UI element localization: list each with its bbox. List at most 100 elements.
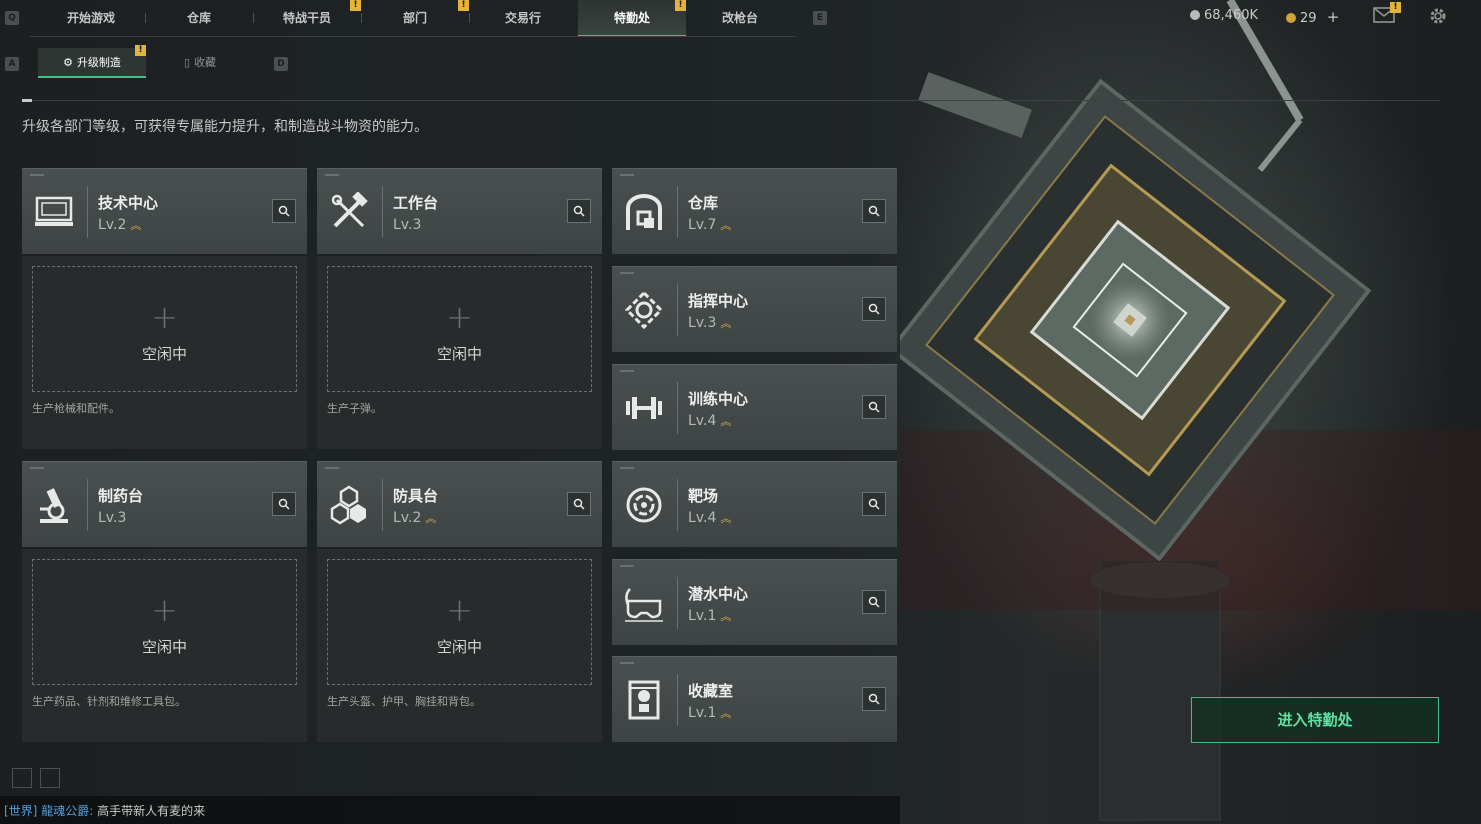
card-level: Lv.4 ︽	[688, 510, 731, 526]
tab-gunsmith[interactable]: 改枪台	[686, 0, 794, 37]
coin-icon	[1190, 10, 1200, 20]
tab-label: 升级制造	[76, 56, 121, 69]
inspect-button[interactable]	[862, 492, 886, 516]
card-title: 仓库	[688, 194, 719, 212]
armor-icon	[329, 485, 369, 525]
tab-label: 特战干员	[282, 11, 331, 25]
facility-header[interactable]: 收藏室 Lv.1 ︽	[612, 656, 897, 742]
tab-start-game[interactable]: 开始游戏	[37, 0, 145, 37]
card-corner-mark	[30, 467, 44, 469]
card-level: Lv.7 ︽	[688, 217, 731, 233]
enter-special-ops-button[interactable]: 进入特勤处	[1191, 697, 1439, 743]
card-corner-mark	[620, 272, 634, 274]
inspect-button[interactable]	[272, 199, 296, 223]
card-divider	[382, 479, 383, 531]
workbench-header[interactable]: 工作台 Lv.3	[317, 168, 602, 254]
production-slot[interactable]: + 空闲中	[32, 559, 297, 685]
upgrade-available-icon: ︽	[720, 707, 731, 720]
card-divider	[677, 479, 678, 531]
card-divider	[87, 479, 88, 531]
card-description: 生产枪械和配件。	[32, 402, 120, 415]
facility-header[interactable]: 仓库 Lv.7 ︽	[612, 168, 897, 254]
tab-collection[interactable]: ▯ 收藏	[146, 48, 254, 78]
upgrade-available-icon: ︽	[720, 512, 731, 525]
section-divider-mark	[22, 99, 32, 102]
settings-gear-icon[interactable]	[1428, 6, 1448, 26]
level-text: Lv.2	[98, 217, 127, 233]
card-level: Lv.2 ︽	[98, 217, 141, 233]
card-divider	[677, 284, 678, 336]
inspect-button[interactable]	[567, 492, 591, 516]
magnifier-icon	[868, 205, 880, 217]
upgrade-craft-icon: ⚙	[63, 56, 73, 69]
chat-sender: 龍魂公爵:	[41, 804, 94, 818]
pharmacy-body: + 空闲中 生产药品、针剂和维修工具包。	[22, 549, 307, 742]
tab-label: 部门	[402, 11, 427, 25]
special-ops-alert-badge: !	[675, 0, 686, 11]
level-text: Lv.2	[393, 510, 422, 526]
magnifier-icon	[278, 498, 290, 510]
inspect-button[interactable]	[862, 297, 886, 321]
armor-bench-header[interactable]: 防具台 Lv.2 ︽	[317, 461, 602, 547]
inspect-button[interactable]	[862, 590, 886, 614]
card-divider	[677, 186, 678, 238]
add-gems-button[interactable]: +	[1327, 8, 1340, 26]
card-corner-mark	[620, 662, 634, 664]
tab-label: 开始游戏	[66, 11, 115, 25]
gem-balance[interactable]: 29 +	[1286, 8, 1339, 26]
card-level: Lv.1 ︽	[688, 705, 731, 721]
chat-text: 高手带新人有麦的来	[97, 804, 206, 818]
production-slot[interactable]: + 空闲中	[32, 266, 297, 392]
facility-header[interactable]: 训练中心 Lv.4 ︽	[612, 364, 897, 450]
chat-message[interactable]: [世界] 龍魂公爵: 高手带新人有麦的来	[4, 802, 205, 819]
card-divider	[382, 186, 383, 238]
facility-header[interactable]: 靶场 Lv.4 ︽	[612, 461, 897, 547]
tab-operators[interactable]: 特战干员	[253, 0, 361, 37]
production-slot[interactable]: + 空闲中	[327, 266, 592, 392]
upgrade-available-icon: ︽	[130, 219, 141, 232]
magnifier-icon	[868, 596, 880, 608]
magnifier-icon	[868, 693, 880, 705]
card-divider	[677, 382, 678, 434]
facility-header[interactable]: 指挥中心 Lv.3 ︽	[612, 266, 897, 352]
plus-icon: +	[151, 591, 178, 629]
inspect-button[interactable]	[862, 395, 886, 419]
card-corner-mark	[30, 174, 44, 176]
tab-label: 改枪台	[721, 11, 758, 25]
microscope-icon	[34, 485, 74, 525]
card-description: 生产子弹。	[327, 402, 382, 415]
key-hint-e: E	[813, 11, 827, 25]
mail-alert-badge: !	[1390, 2, 1401, 13]
inspect-button[interactable]	[567, 199, 591, 223]
command-icon	[624, 290, 664, 330]
inspect-button[interactable]	[862, 199, 886, 223]
coin-balance[interactable]: 68,460K	[1190, 8, 1258, 26]
collection-tab-icon: ▯	[183, 56, 191, 69]
upgrade-available-icon: ︽	[720, 610, 731, 623]
production-slot[interactable]: + 空闲中	[327, 559, 592, 685]
tab-upgrade-craft[interactable]: ⚙ 升级制造	[38, 48, 146, 78]
toolbar-slot[interactable]	[40, 768, 60, 788]
facility-header[interactable]: 潜水中心 Lv.1 ︽	[612, 559, 897, 645]
inspect-button[interactable]	[272, 492, 296, 516]
toolbar-slot[interactable]	[12, 768, 32, 788]
pharmacy-header[interactable]: 制药台 Lv.3	[22, 461, 307, 547]
inspect-button[interactable]	[862, 687, 886, 711]
card-title: 防具台	[393, 487, 439, 505]
tab-label: 交易行	[504, 11, 541, 25]
tab-department[interactable]: 部门	[361, 0, 469, 37]
tech-center-header[interactable]: 技术中心 Lv.2 ︽	[22, 168, 307, 254]
tab-trading[interactable]: 交易行	[469, 0, 577, 37]
card-description: 生产头盔、护甲、胸挂和背包。	[327, 695, 481, 708]
target-icon	[624, 485, 664, 525]
nav-underline	[30, 36, 795, 37]
tab-special-ops[interactable]: 特勤处	[578, 0, 686, 37]
tab-label: 特勤处	[613, 11, 650, 25]
card-title: 训练中心	[688, 390, 749, 408]
level-text: Lv.1	[688, 608, 717, 624]
card-title: 指挥中心	[688, 292, 749, 310]
card-level: Lv.2 ︽	[393, 510, 436, 526]
card-corner-mark	[620, 370, 634, 372]
card-corner-mark	[620, 174, 634, 176]
tab-warehouse[interactable]: 仓库	[145, 0, 253, 37]
